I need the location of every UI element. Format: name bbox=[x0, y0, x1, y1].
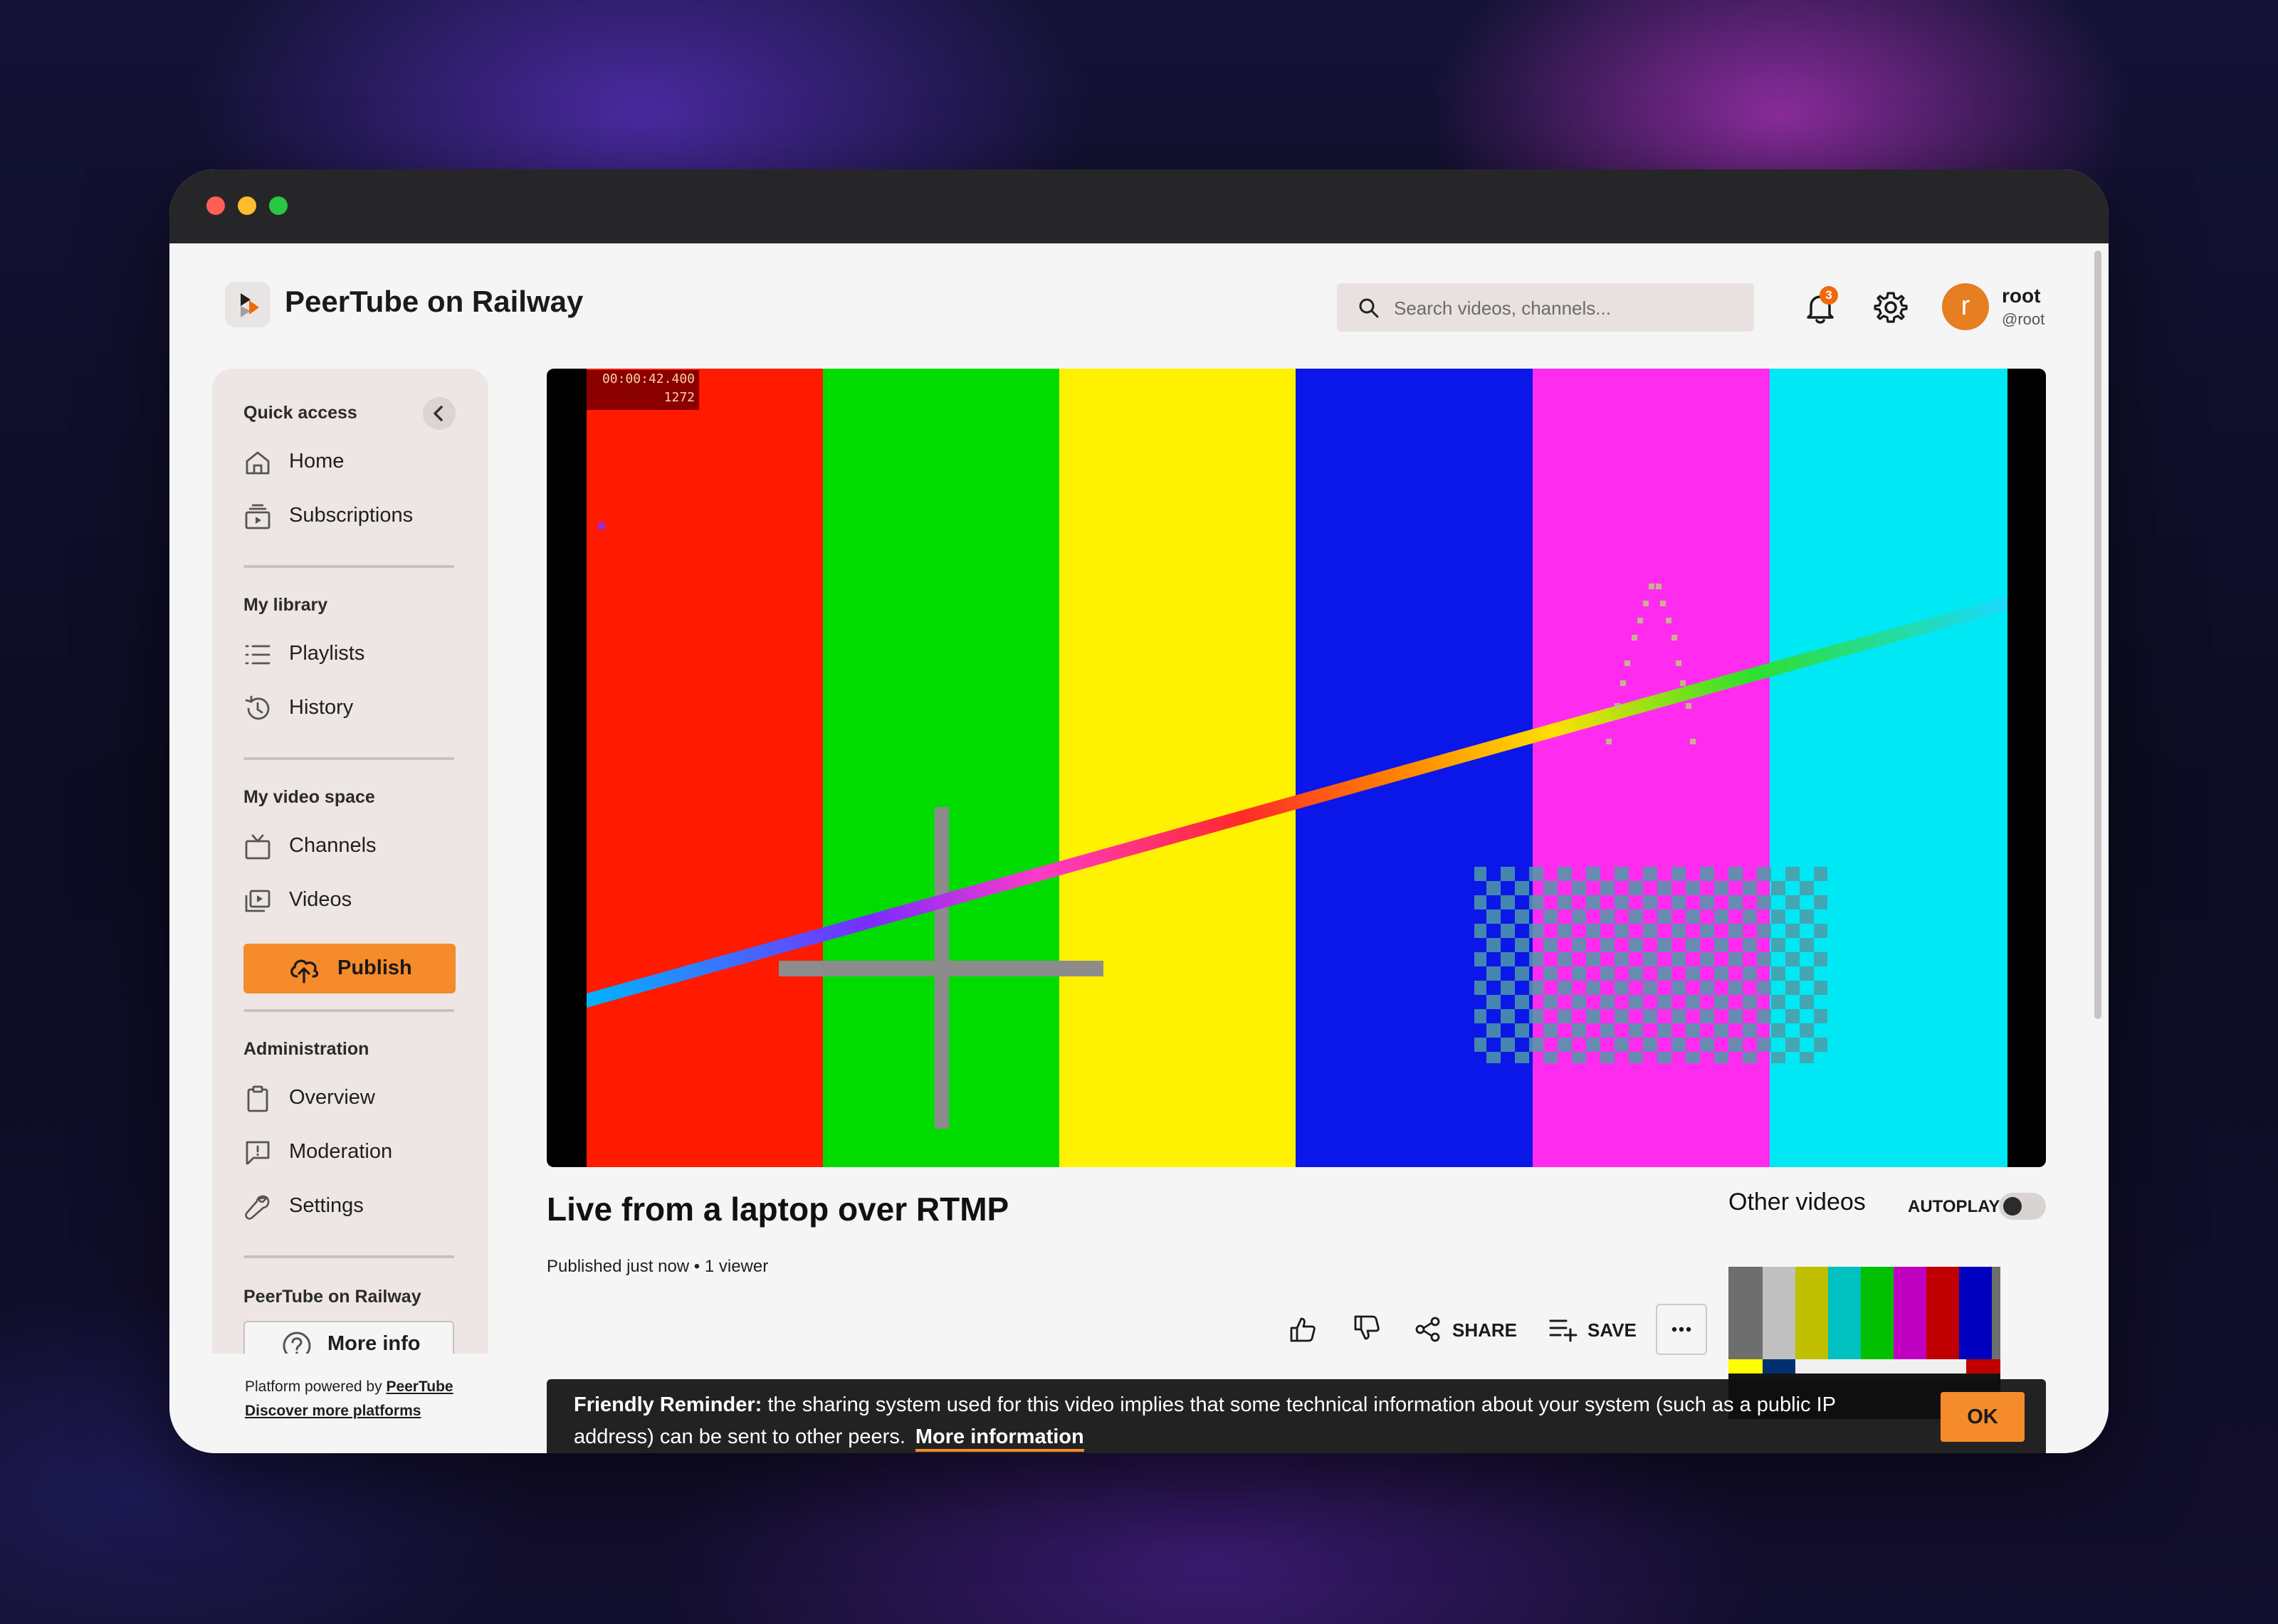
sidebar-divider bbox=[243, 1009, 454, 1012]
sidebar-item-label: Channels bbox=[289, 834, 377, 857]
tv-icon bbox=[245, 834, 271, 860]
sidebar: Quick access Home Subscriptions My libra… bbox=[212, 369, 488, 1354]
sidebar-item-settings[interactable]: Settings bbox=[243, 1184, 457, 1227]
window-titlebar bbox=[169, 169, 2109, 243]
autoplay-label: AUTOPLAY bbox=[1908, 1197, 2000, 1216]
discover-platforms-link[interactable]: Discover more platforms bbox=[245, 1403, 421, 1419]
reminder-message: the sharing system used for this video i… bbox=[574, 1393, 1836, 1448]
user-name[interactable]: root bbox=[2002, 285, 2040, 307]
share-icon bbox=[1415, 1317, 1440, 1342]
publish-button[interactable]: Publish bbox=[243, 944, 456, 993]
share-label: SHARE bbox=[1452, 1319, 1518, 1341]
sidebar-item-label: Moderation bbox=[289, 1140, 393, 1163]
reminder-text: Friendly Reminder: the sharing system us… bbox=[574, 1389, 1898, 1453]
notification-count-badge: 3 bbox=[1820, 286, 1838, 305]
video-meta: Published just now • 1 viewer bbox=[547, 1257, 769, 1276]
sidebar-heading-instance: PeerTube on Railway bbox=[243, 1287, 421, 1307]
save-button[interactable]: SAVE bbox=[1548, 1304, 1647, 1354]
peertube-link[interactable]: PeerTube bbox=[386, 1378, 453, 1395]
dislike-button[interactable] bbox=[1348, 1304, 1387, 1354]
sidebar-divider bbox=[243, 565, 454, 568]
sidebar-item-home[interactable]: Home bbox=[243, 440, 457, 483]
sidebar-divider bbox=[243, 757, 454, 760]
wrench-icon bbox=[245, 1195, 270, 1220]
collapse-sidebar-button[interactable] bbox=[423, 397, 456, 430]
sidebar-item-label: Settings bbox=[289, 1194, 364, 1217]
more-info-label: More info bbox=[327, 1332, 421, 1354]
sidebar-heading-my-library: My library bbox=[243, 595, 328, 615]
more-information-link[interactable]: More information bbox=[915, 1425, 1084, 1452]
help-circle-icon bbox=[283, 1332, 311, 1354]
page-scrollbar[interactable] bbox=[2094, 251, 2101, 1019]
share-button[interactable]: SHARE bbox=[1414, 1304, 1521, 1354]
sidebar-item-overview[interactable]: Overview bbox=[243, 1076, 457, 1119]
site-title[interactable]: PeerTube on Railway bbox=[285, 285, 583, 319]
test-pattern-overlay bbox=[587, 522, 2007, 1129]
maximize-window-button[interactable] bbox=[269, 196, 288, 215]
home-icon bbox=[246, 451, 270, 475]
sidebar-item-label: Overview bbox=[289, 1086, 375, 1109]
reminder-bold-prefix: Friendly Reminder: bbox=[574, 1393, 762, 1416]
history-icon bbox=[245, 695, 270, 720]
peertube-logo-icon[interactable] bbox=[225, 282, 271, 327]
sidebar-item-label: Playlists bbox=[289, 642, 365, 665]
powered-by-text: Platform powered by bbox=[245, 1378, 382, 1395]
sidebar-item-playlists[interactable]: Playlists bbox=[243, 632, 457, 675]
clipboard-icon bbox=[247, 1085, 268, 1112]
subscriptions-icon bbox=[245, 504, 271, 529]
video-icon bbox=[245, 890, 271, 912]
sidebar-item-moderation[interactable]: Moderation bbox=[243, 1130, 457, 1173]
playlist-add-icon bbox=[1549, 1319, 1578, 1342]
search-input[interactable] bbox=[1392, 283, 1744, 333]
p2p-reminder-banner: Friendly Reminder: the sharing system us… bbox=[547, 1379, 2046, 1453]
sidebar-item-videos[interactable]: Videos bbox=[243, 878, 457, 921]
video-player[interactable]: 00:00:42.400 1272 bbox=[547, 369, 2046, 1167]
sidebar-item-label: Subscriptions bbox=[289, 504, 414, 527]
list-icon bbox=[245, 645, 271, 665]
search-bar[interactable] bbox=[1337, 283, 1754, 333]
thumbs-down-icon bbox=[1354, 1315, 1380, 1340]
thumbs-up-icon bbox=[1290, 1317, 1316, 1342]
sidebar-item-channels[interactable]: Channels bbox=[243, 824, 457, 867]
timecode-overlay: 00:00:42.400 1272 bbox=[587, 370, 699, 410]
sidebar-heading-quick-access: Quick access bbox=[243, 403, 357, 423]
more-horizontal-icon bbox=[1671, 1327, 1691, 1332]
other-videos-heading: Other videos bbox=[1728, 1188, 1866, 1216]
user-avatar[interactable]: r bbox=[1942, 283, 1989, 330]
sidebar-heading-my-video-space: My video space bbox=[243, 787, 375, 807]
minimize-window-button[interactable] bbox=[238, 196, 256, 215]
sidebar-item-label: Videos bbox=[289, 888, 352, 911]
upload-cloud-icon bbox=[290, 959, 319, 984]
sidebar-item-label: Home bbox=[289, 450, 345, 473]
user-handle: @root bbox=[2002, 310, 2045, 328]
frame-counter: 1272 bbox=[663, 390, 695, 405]
flag-message-icon bbox=[246, 1141, 270, 1165]
close-window-button[interactable] bbox=[206, 196, 225, 215]
gear-icon[interactable] bbox=[1871, 288, 1911, 327]
more-actions-button[interactable] bbox=[1656, 1304, 1707, 1355]
sidebar-item-history[interactable]: History bbox=[243, 686, 457, 729]
video-title: Live from a laptop over RTMP bbox=[547, 1191, 1009, 1228]
like-button[interactable] bbox=[1284, 1304, 1323, 1354]
more-info-button[interactable]: More info bbox=[243, 1321, 454, 1354]
sidebar-item-subscriptions[interactable]: Subscriptions bbox=[243, 494, 457, 537]
search-icon bbox=[1359, 298, 1379, 318]
toggle-knob bbox=[2003, 1197, 2022, 1216]
peertube-page: PeerTube on Railway 3 r root @root Quick… bbox=[169, 243, 2109, 1453]
save-label: SAVE bbox=[1587, 1319, 1637, 1341]
publish-label: Publish bbox=[337, 956, 412, 979]
sidebar-item-label: History bbox=[289, 696, 354, 719]
sidebar-heading-administration: Administration bbox=[243, 1039, 369, 1059]
browser-window: PeerTube on Railway 3 r root @root Quick… bbox=[169, 169, 2109, 1453]
ok-button[interactable]: OK bbox=[1941, 1392, 2025, 1442]
timecode-text: 00:00:42.400 bbox=[602, 371, 695, 386]
sidebar-divider bbox=[243, 1255, 454, 1258]
autoplay-toggle[interactable] bbox=[1999, 1193, 2046, 1220]
chevron-left-icon bbox=[434, 406, 443, 421]
sidebar-footer: Platform powered by PeerTube Discover mo… bbox=[245, 1375, 453, 1423]
